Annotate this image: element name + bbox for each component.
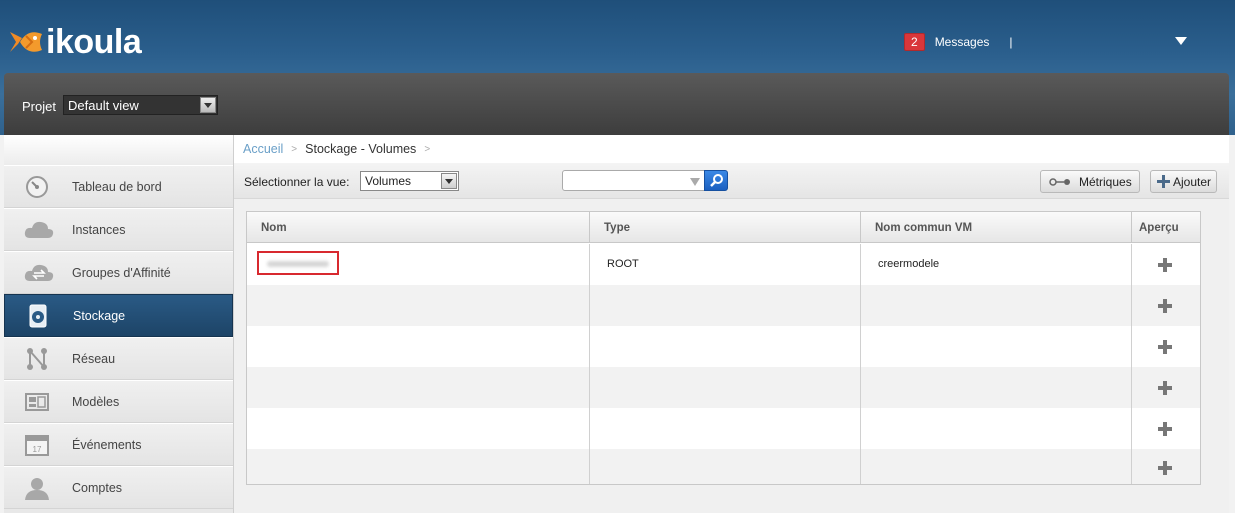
search-button[interactable] [704,170,728,191]
table-row [247,367,1200,408]
project-select-value: Default view [68,98,139,113]
header-separator: | [1009,35,1013,49]
column-header-preview: Aperçu [1139,222,1179,234]
sidebar-item-instances[interactable]: Instances [4,208,233,251]
plus-icon[interactable] [1158,381,1172,395]
table-row [247,326,1200,367]
cloud-icon [24,218,54,242]
sidebar-item-label: Comptes [72,480,123,495]
plus-icon[interactable] [1158,461,1172,475]
main-content: Accueil > Stockage - Volumes > Sélection… [234,135,1229,513]
volumes-table: Nom Type Nom commun VM Aperçu ROOT creer… [246,211,1201,485]
sidebar-top-spacer [4,135,233,165]
svg-text:17: 17 [33,445,42,454]
sidebar-item-events[interactable]: 17 Événements [4,423,233,466]
view-select-value: Volumes [365,174,412,188]
project-label: Projet [22,99,56,114]
search-input[interactable] [562,170,705,191]
breadcrumb-home-link[interactable]: Accueil [243,142,283,156]
sidebar-item-network[interactable]: Réseau [4,337,233,380]
chevron-down-icon[interactable] [441,173,457,189]
column-header-type[interactable]: Type [590,212,861,243]
sidebar-item-label: Tableau de bord [72,179,162,194]
sidebar-item-affinity-groups[interactable]: Groupes d'Affinité [4,251,233,294]
chevron-down-icon[interactable] [200,97,216,113]
calendar-icon: 17 [24,433,50,457]
cell-name[interactable] [247,244,590,285]
column-header-name[interactable]: Nom [247,212,590,243]
sidebar-item-accounts[interactable]: Comptes [4,466,233,509]
cell-type-text: ROOT [607,258,639,270]
table-row [247,449,1200,484]
fish-logo-icon [8,24,44,60]
logo-text: ikoula [46,22,142,61]
cell-type: ROOT [590,244,861,285]
cell-vm: creermodele [861,244,1132,285]
network-icon [24,347,50,371]
view-select[interactable]: Volumes [360,171,459,191]
view-select-label: Sélectionner la vue: [244,175,350,189]
plus-icon[interactable] [1158,258,1172,272]
breadcrumb-separator: > [424,143,431,155]
toolbar: Sélectionner la vue: Volumes Métriques A… [234,163,1229,199]
plus-icon[interactable] [1158,422,1172,436]
add-label: Ajouter [1173,174,1212,189]
project-bar: Projet Default view [4,73,1229,135]
cell-vm-text: creermodele [878,258,940,270]
messages-area[interactable]: 2 Messages | [904,33,1013,51]
search-filter-dropdown-icon[interactable] [690,178,700,186]
sidebar-item-label: Groupes d'Affinité [72,265,171,280]
messages-label[interactable]: Messages [935,35,990,49]
storage-icon [25,304,51,328]
user-menu-dropdown-icon[interactable] [1175,37,1187,45]
add-button[interactable]: Ajouter [1150,170,1217,193]
plus-icon [1157,175,1170,188]
table-header: Nom Type Nom commun VM Aperçu [247,212,1200,243]
redacted-volume-name[interactable] [257,251,339,275]
sidebar-item-label: Modèles [72,394,120,409]
plus-icon[interactable] [1158,340,1172,354]
sidebar-item-label: Stockage [73,308,126,323]
breadcrumb: Accueil > Stockage - Volumes > [234,135,1229,163]
column-header-vm[interactable]: Nom commun VM [861,212,1132,243]
table-row [247,408,1200,449]
plus-icon[interactable] [1158,299,1172,313]
templates-icon [24,390,50,414]
sidebar-item-dashboard[interactable]: Tableau de bord [4,165,233,208]
sidebar: Tableau de bord Instances Groupes d'Affi… [4,135,234,513]
sidebar-item-storage[interactable]: Stockage [4,294,233,337]
affinity-cloud-icon [24,261,54,285]
messages-count-badge: 2 [904,33,925,51]
search-icon [710,174,723,187]
sidebar-item-label: Réseau [72,351,116,366]
sidebar-item-label: Instances [72,222,126,237]
sidebar-item-label: Événements [72,437,142,452]
cell-preview [1132,244,1200,285]
breadcrumb-current: Stockage - Volumes [305,142,417,156]
user-icon [24,476,50,500]
project-select[interactable]: Default view [63,95,218,115]
metrics-label: Métriques [1079,174,1132,189]
table-row [247,285,1200,326]
table-row[interactable]: ROOT creermodele [247,244,1200,285]
metrics-button[interactable]: Métriques [1040,170,1140,193]
breadcrumb-separator: > [291,143,298,155]
metrics-icon [1049,178,1070,186]
sidebar-item-templates[interactable]: Modèles [4,380,233,423]
ikoula-logo[interactable]: ikoula [8,18,142,66]
dashboard-icon [24,175,50,199]
